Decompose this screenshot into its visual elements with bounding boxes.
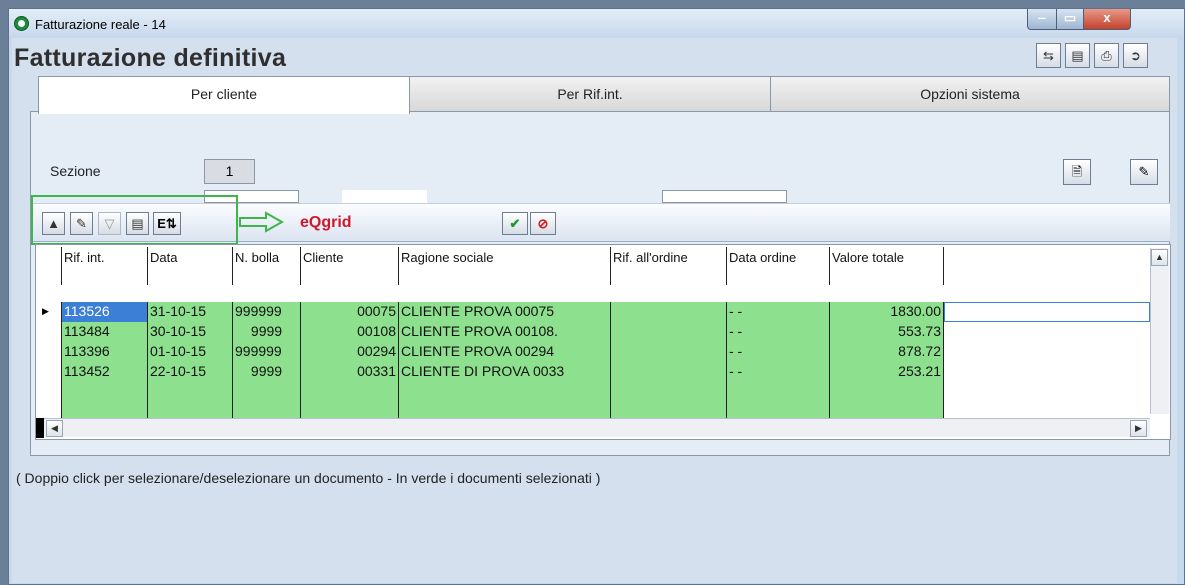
table-cell[interactable]: 9999 xyxy=(233,362,301,382)
close-button[interactable]: x xyxy=(1083,9,1131,30)
column-header[interactable]: Ragione sociale xyxy=(399,247,611,285)
highlight-arrow-icon xyxy=(239,211,284,233)
table-cell[interactable]: - - xyxy=(727,302,830,322)
table-cell[interactable]: 00108 xyxy=(301,322,399,342)
column-header[interactable]: Valore totale xyxy=(830,247,944,285)
table-cell-empty xyxy=(830,382,944,418)
exit-door-icon: ➲ xyxy=(1130,48,1141,63)
table-cell[interactable]: 9999 xyxy=(233,322,301,342)
table-cell-empty xyxy=(727,382,830,418)
page-title: Fatturazione definitiva xyxy=(14,44,287,72)
print-button[interactable]: ⎙ xyxy=(1094,43,1119,68)
table-cell[interactable]: 878.72 xyxy=(830,342,944,362)
table-cell[interactable]: 999999 xyxy=(233,302,301,322)
row-header-corner xyxy=(40,247,62,285)
eqgrid-label: eQgrid xyxy=(300,214,352,231)
confirm-check-icon: ✔ xyxy=(509,216,521,231)
cancel-icon: ⊘ xyxy=(537,216,549,231)
column-header[interactable]: Rif. int. xyxy=(62,247,148,285)
table-cell[interactable]: 00075 xyxy=(301,302,399,322)
row-indicator xyxy=(40,342,62,362)
current-row-indicator: ▶ xyxy=(40,302,62,322)
vertical-scrollbar[interactable]: ▲ xyxy=(1150,248,1169,414)
scroll-left-arrow-icon[interactable]: ◀ xyxy=(46,420,63,437)
highlight-box xyxy=(31,195,238,245)
table-cell[interactable]: 00294 xyxy=(301,342,399,362)
tab-per-cliente[interactable]: Per cliente xyxy=(38,76,410,114)
edit-signature-icon: ✎ xyxy=(1138,164,1150,179)
table-cell-empty xyxy=(399,382,611,418)
table-cell-empty xyxy=(301,382,399,418)
row-indicator xyxy=(40,322,62,342)
table-cell[interactable]: - - xyxy=(727,322,830,342)
tab-opzioni-sistema[interactable]: Opzioni sistema xyxy=(770,76,1170,112)
table-cell[interactable] xyxy=(611,322,727,342)
table-cell[interactable] xyxy=(611,362,727,382)
row-indicator xyxy=(40,362,62,382)
row-indicator xyxy=(40,382,62,418)
table-cell[interactable]: 113396 xyxy=(62,342,148,362)
title-bar: Fatturazione reale - 14 ‒ ▭ x xyxy=(9,9,1184,39)
table-cell[interactable]: 113526 xyxy=(62,302,148,322)
hint-text: ( Doppio click per selezionare/deselezio… xyxy=(16,470,601,486)
table-cell-empty[interactable] xyxy=(944,302,1150,322)
table-cell-empty xyxy=(611,382,727,418)
table-cell[interactable]: 1830.00 xyxy=(830,302,944,322)
table-cell[interactable]: 253.21 xyxy=(830,362,944,382)
app-icon xyxy=(14,16,29,31)
sezione-label: Sezione xyxy=(50,163,101,179)
window-title: Fatturazione reale - 14 xyxy=(35,17,166,32)
table-cell[interactable] xyxy=(611,342,727,362)
column-header[interactable]: Data ordine xyxy=(727,247,830,285)
table-cell-empty xyxy=(62,382,148,418)
cancel-button[interactable]: ⊘ xyxy=(530,212,556,235)
refresh-icon: ⇆ xyxy=(1043,48,1054,63)
table-cell[interactable]: - - xyxy=(727,362,830,382)
table-cell-empty xyxy=(233,382,301,418)
table-cell[interactable]: 00331 xyxy=(301,362,399,382)
scroll-right-arrow-icon[interactable]: ▶ xyxy=(1130,420,1147,437)
partially-hidden-field[interactable] xyxy=(342,190,427,203)
table-cell[interactable]: 113484 xyxy=(62,322,148,342)
table-cell[interactable]: 113452 xyxy=(62,362,148,382)
grid-corner xyxy=(36,418,44,438)
table-cell-empty xyxy=(148,382,233,418)
column-header[interactable]: Rif. all'ordine xyxy=(611,247,727,285)
desktop-edge xyxy=(0,0,8,585)
document-icon: 🗎 xyxy=(1071,164,1083,179)
column-header[interactable]: N. bolla xyxy=(233,247,301,285)
document-button[interactable]: 🗎 xyxy=(1063,159,1091,185)
table-cell[interactable]: 22-10-15 xyxy=(148,362,233,382)
partially-hidden-field[interactable] xyxy=(662,190,787,203)
table-cell[interactable]: 999999 xyxy=(233,342,301,362)
confirm-button[interactable]: ✔ xyxy=(502,212,528,235)
table-cell[interactable]: CLIENTE DI PROVA 0033 xyxy=(399,362,611,382)
table-cell[interactable]: 30-10-15 xyxy=(148,322,233,342)
print-icon: ⎙ xyxy=(1101,48,1112,63)
minimize-button[interactable]: ‒ xyxy=(1027,9,1057,30)
sezione-field[interactable]: 1 xyxy=(204,159,255,184)
table-cell[interactable]: - - xyxy=(727,342,830,362)
table-cell[interactable]: 31-10-15 xyxy=(148,302,233,322)
table-cell[interactable]: CLIENTE PROVA 00075 xyxy=(399,302,611,322)
refresh-button[interactable]: ⇆ xyxy=(1036,43,1061,68)
table-cell[interactable]: CLIENTE PROVA 00294 xyxy=(399,342,611,362)
edit-signature-button[interactable]: ✎ xyxy=(1130,159,1158,185)
table-cell[interactable] xyxy=(611,302,727,322)
maximize-button[interactable]: ▭ xyxy=(1056,9,1084,30)
column-header[interactable]: Data xyxy=(148,247,233,285)
table-cell[interactable]: 553.73 xyxy=(830,322,944,342)
table-cell[interactable]: 01-10-15 xyxy=(148,342,233,362)
horizontal-scrollbar[interactable]: ◀ ▶ xyxy=(44,418,1150,437)
scroll-up-arrow-icon[interactable]: ▲ xyxy=(1151,249,1168,266)
copy-print-icon: ▤ xyxy=(1071,48,1084,63)
column-header[interactable]: Cliente xyxy=(301,247,399,285)
tab-per-rif-int[interactable]: Per Rif.int. xyxy=(409,76,771,112)
copy-print-button[interactable]: ▤ xyxy=(1065,43,1090,68)
table-cell[interactable]: CLIENTE PROVA 00108. xyxy=(399,322,611,342)
exit-button[interactable]: ➲ xyxy=(1123,43,1148,68)
